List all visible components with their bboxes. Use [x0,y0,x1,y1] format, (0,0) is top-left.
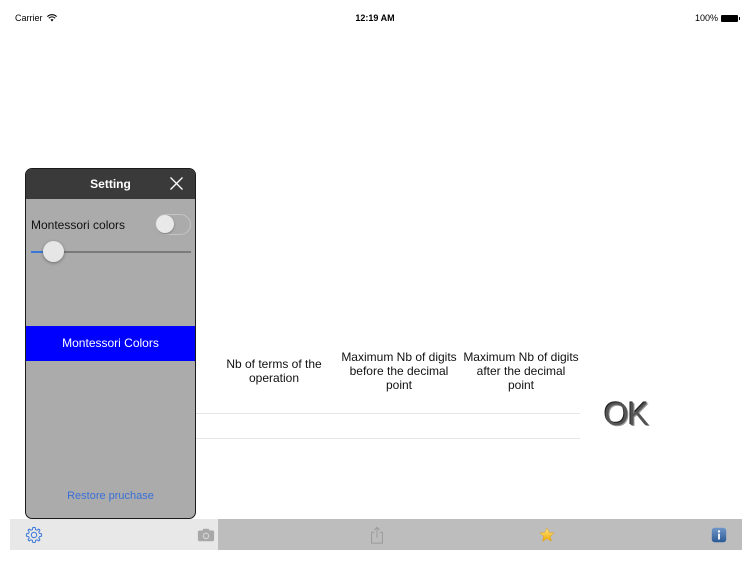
status-bar: Carrier 12:19 AM 100% [0,0,750,36]
slider-knob[interactable] [42,241,64,262]
bottom-toolbar [10,519,742,550]
montessori-colors-toggle[interactable] [155,214,191,235]
row-divider [190,438,580,439]
montessori-colors-label: Montessori colors [31,218,126,232]
close-icon[interactable] [169,176,184,191]
gear-icon[interactable] [25,526,43,544]
share-icon[interactable] [368,526,386,544]
status-right: 100% [694,13,740,23]
column-header-digits-after: Maximum Nb of digits after the decimal p… [463,350,579,392]
camera-icon[interactable] [197,526,215,544]
montessori-colors-button[interactable]: Montessori Colors [26,326,195,361]
settings-panel: Setting Montessori colors Montessori Col… [25,168,196,519]
star-icon[interactable] [538,526,556,544]
toggle-knob [156,215,174,233]
column-header-terms: Nb of terms of the operation [226,357,322,385]
ok-button[interactable]: OK [604,396,649,433]
row-divider [190,413,580,414]
info-icon[interactable] [710,526,728,544]
settings-panel-header: Setting [26,169,195,199]
battery-icon [721,14,740,22]
status-time: 12:19 AM [355,13,395,23]
battery-percent: 100% [694,13,718,23]
restore-purchase-link[interactable]: Restore pruchase [26,490,195,502]
column-header-digits-before: Maximum Nb of digits before the decimal … [341,350,457,392]
